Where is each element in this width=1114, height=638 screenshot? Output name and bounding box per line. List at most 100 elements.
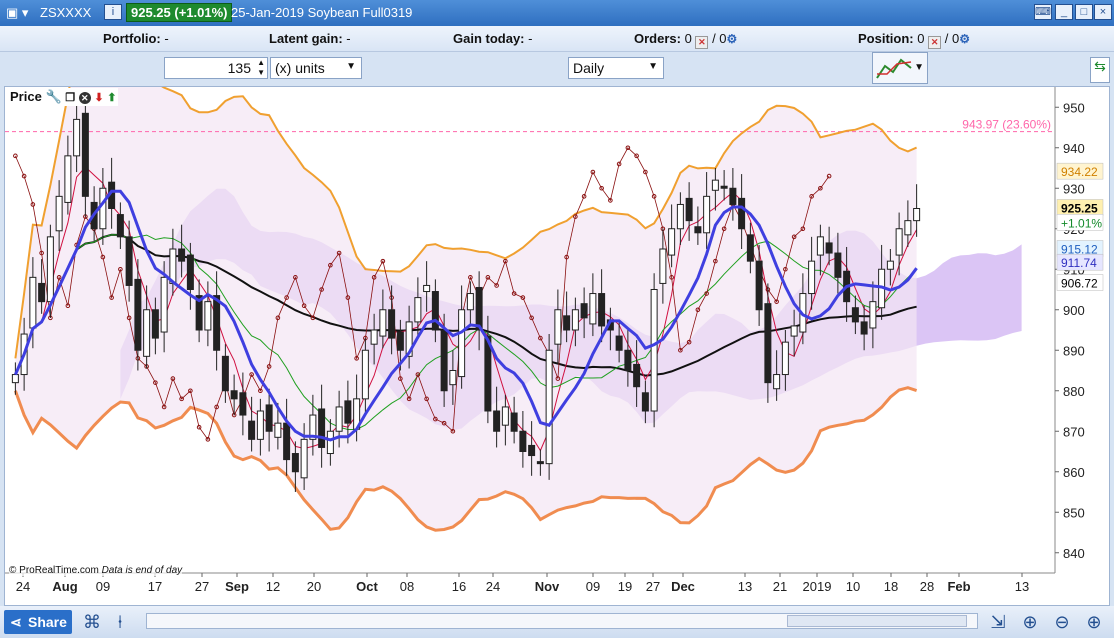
scrollbar-thumb[interactable] — [787, 615, 967, 627]
x-tick-label: 13 — [738, 579, 752, 594]
candle-body — [545, 349, 553, 465]
orders-settings-icon[interactable]: ⚙ — [727, 32, 738, 46]
x-tick-label: 20 — [307, 579, 321, 594]
price-chart[interactable]: 943.97 (23.60%) 840850860870880890900910… — [4, 86, 1110, 606]
window-icon[interactable]: ❐ — [65, 92, 75, 104]
swap-icon[interactable]: ⇆ — [1090, 57, 1110, 83]
candle-body — [746, 234, 754, 262]
zoom-in-icon[interactable]: ⊕ — [1082, 610, 1106, 634]
candle-body — [449, 370, 457, 386]
candle-body — [134, 278, 142, 351]
candle-body — [221, 355, 229, 392]
units-input[interactable]: 135 ▲ ▼ — [164, 57, 268, 79]
x-tick-label: 13 — [1015, 579, 1029, 594]
candle-type-icon[interactable]: ⍿ — [108, 610, 132, 634]
x-tick-label: 09 — [96, 579, 110, 594]
candle-body — [204, 301, 212, 331]
remove-icon[interactable]: ✕ — [78, 92, 91, 104]
price-label: 906.72 — [1061, 277, 1098, 291]
y-tick-label: 860 — [1063, 465, 1085, 480]
zoom-out-icon[interactable]: ⊖ — [1050, 610, 1074, 634]
instrument-icon[interactable]: ⌘ — [80, 610, 104, 634]
position-settings-icon[interactable]: ⚙ — [959, 32, 970, 46]
x-tick-label: Nov — [535, 579, 560, 594]
symbol-label[interactable]: ZSXXXX — [40, 5, 91, 20]
close-icon[interactable]: × — [1094, 4, 1112, 20]
bollinger-band-fill — [15, 87, 917, 531]
candle-body — [563, 315, 571, 331]
y-tick-label: 850 — [1063, 505, 1085, 520]
account-status-bar: Portfolio: - Latent gain: - Gain today: … — [0, 26, 1114, 52]
x-tick-label: 12 — [266, 579, 280, 594]
x-tick-label: Oct — [356, 579, 378, 594]
candle-body — [396, 331, 404, 351]
price-label: +1.01% — [1061, 216, 1102, 230]
candle-body — [361, 349, 369, 400]
candle-body — [825, 242, 833, 254]
candle-body — [248, 420, 256, 440]
candle-body — [834, 252, 842, 278]
orders-stat[interactable]: Orders: 0 ✕ / 0⚙ — [634, 31, 737, 49]
x-tick-label: 28 — [920, 579, 934, 594]
candle-body — [711, 179, 719, 191]
move-down-icon[interactable]: ⬇ — [94, 92, 103, 104]
chart-style-button[interactable]: ▼ — [872, 52, 928, 84]
candle-body — [370, 329, 378, 345]
wrench-icon[interactable]: 🔧 — [45, 89, 61, 104]
auto-scale-icon[interactable]: ⇲ — [986, 610, 1010, 634]
price-badge: 925.25 (+1.01%) — [126, 3, 233, 22]
candle-body — [230, 390, 238, 400]
candle-body — [764, 303, 772, 384]
candle-body — [773, 374, 781, 390]
candle-body — [519, 430, 527, 452]
candle-body — [466, 293, 474, 311]
move-up-icon[interactable]: ⬆ — [107, 92, 116, 104]
candle-body — [781, 341, 789, 376]
time-scrollbar[interactable] — [146, 613, 978, 629]
candle-body — [510, 412, 518, 432]
candle-body — [694, 226, 702, 234]
candle-body — [283, 422, 291, 461]
candle-body — [265, 404, 273, 432]
units-stepper-icon[interactable]: ▲ ▼ — [257, 58, 265, 78]
cancel-orders-icon[interactable]: ✕ — [695, 36, 709, 49]
zoom-fit-icon[interactable]: ⊕ — [1018, 610, 1042, 634]
minimize-icon[interactable]: _ — [1055, 4, 1073, 20]
x-tick-label: 21 — [773, 579, 787, 594]
candle-body — [589, 293, 597, 325]
candle-body — [685, 197, 693, 222]
gain-today-stat: Gain today: - — [453, 31, 533, 46]
candle-body — [528, 444, 536, 457]
candle-body — [414, 297, 422, 323]
candle-body — [256, 410, 264, 440]
share-button[interactable]: ⋖ Share — [4, 610, 72, 634]
info-icon[interactable]: i — [104, 4, 122, 20]
candle-body — [624, 349, 632, 371]
price-label: 934.22 — [1061, 165, 1098, 179]
y-tick-label: 840 — [1063, 546, 1085, 561]
candle-body — [886, 260, 894, 270]
candle-body — [913, 208, 921, 222]
units-type-select[interactable]: (x) units ▼ — [270, 57, 362, 79]
candle-body — [755, 260, 763, 311]
app-menu-icon[interactable]: ▣ ▾ — [6, 5, 28, 21]
date-product-label: 25-Jan-2019 Soybean Full0319 — [231, 5, 413, 20]
candle-body — [81, 112, 89, 197]
x-tick-label: 18 — [884, 579, 898, 594]
candle-body — [615, 335, 623, 351]
x-tick-label: Dec — [671, 579, 695, 594]
keyboard-icon[interactable]: ⌨ — [1034, 4, 1052, 20]
y-tick-label: 930 — [1063, 181, 1085, 196]
chart-toolbar: 135 ▲ ▼ (x) units ▼ Daily ▼ ▼ ⇆ — [0, 52, 1114, 86]
y-tick-label: 880 — [1063, 384, 1085, 399]
period-select[interactable]: Daily ▼ — [568, 57, 664, 79]
x-tick-label: 2019 — [803, 579, 832, 594]
maximize-icon[interactable]: □ — [1075, 4, 1093, 20]
candle-body — [851, 307, 859, 323]
candle-body — [116, 214, 124, 238]
position-stat[interactable]: Position: 0 ✕ / 0⚙ — [858, 31, 970, 49]
close-position-icon[interactable]: ✕ — [928, 36, 942, 49]
candle-body — [29, 276, 37, 329]
candle-body — [475, 286, 483, 331]
y-tick-label: 870 — [1063, 424, 1085, 439]
